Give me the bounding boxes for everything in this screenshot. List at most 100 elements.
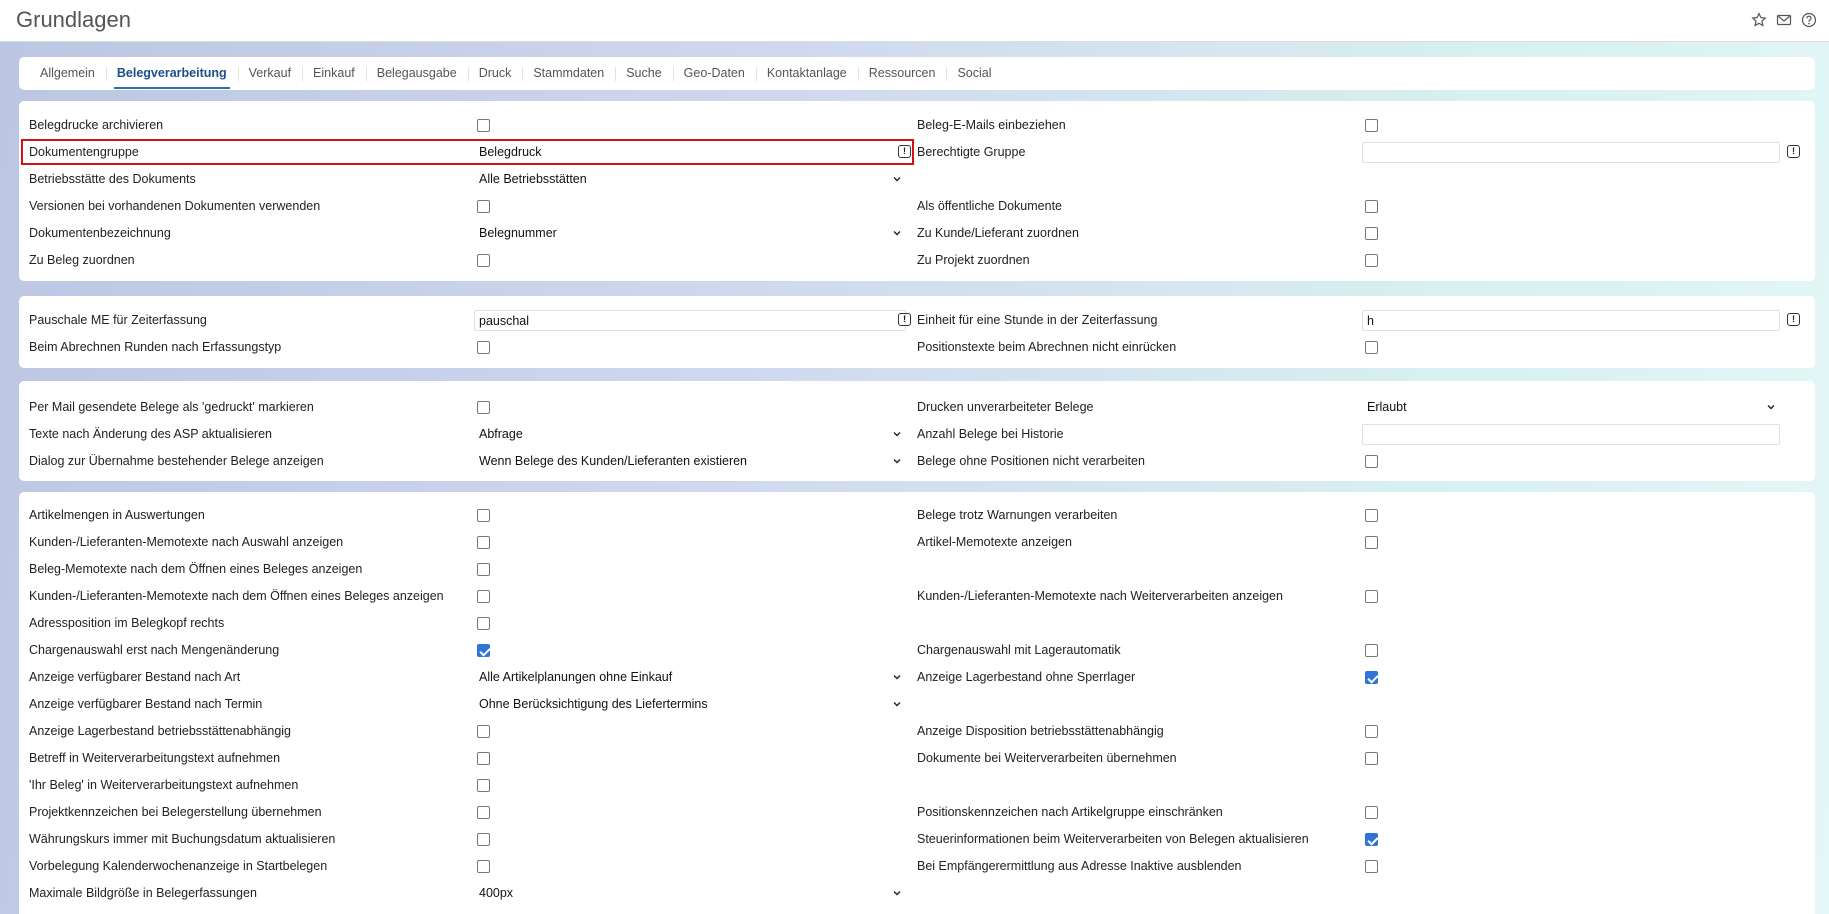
star-icon[interactable] (1751, 12, 1767, 28)
checkbox-kunden-memo-oeffnen[interactable] (477, 590, 490, 603)
dokumentenbezeichnung-select[interactable]: Belegnummer (474, 222, 906, 243)
label-zu-projekt: Zu Projekt zuordnen (917, 253, 1030, 267)
label-trotz-warnungen: Belege trotz Warnungen verarbeiten (917, 508, 1118, 522)
page-title: Grundlagen (16, 7, 131, 32)
tab-geo-daten[interactable]: Geo-Daten (672, 57, 756, 90)
bildgroesse-select[interactable]: 400px (474, 882, 906, 903)
checkbox-beleg-memo[interactable] (477, 563, 490, 576)
checkbox-beleg-emails[interactable] (1365, 119, 1378, 132)
checkbox-lager-ohne-sperr[interactable] (1365, 671, 1378, 684)
tab-kontaktanlage[interactable]: Kontaktanlage (755, 57, 858, 90)
dialog-uebernahme-value: Wenn Belege des Kunden/Lieferanten exist… (479, 454, 748, 468)
label-betriebsstaette: Betriebsstätte des Dokuments (29, 172, 196, 186)
chevron-down-icon (1767, 405, 1775, 410)
checkbox-artikel-memo[interactable] (1365, 536, 1378, 549)
bestand-art-select[interactable]: Alle Artikelplanungen ohne Einkauf (474, 666, 906, 687)
section-dokumente: Belegdrucke archivieren Beleg-E-Mails ei… (19, 101, 1815, 281)
info-icon[interactable]: ! (1787, 145, 1800, 158)
checkbox-artikelmengen[interactable] (477, 509, 490, 522)
label-artikelmengen: Artikelmengen in Auswertungen (29, 508, 205, 522)
checkbox-zu-projekt[interactable] (1365, 254, 1378, 267)
bestand-termin-select[interactable]: Ohne Berücksichtigung des Liefertermins (474, 693, 906, 714)
dialog-uebernahme-select[interactable]: Wenn Belege des Kunden/Lieferanten exist… (474, 450, 906, 471)
label-lager-ohne-sperr: Anzeige Lagerbestand ohne Sperrlager (917, 670, 1136, 684)
chevron-down-icon (893, 231, 901, 236)
label-steuerinformationen: Steuerinformationen beim Weiterverarbeit… (917, 832, 1309, 846)
checkbox-kunde-lieferant[interactable] (1365, 227, 1378, 240)
bildgroesse-value: 400px (479, 886, 514, 900)
bestand-termin-value: Ohne Berücksichtigung des Liefertermins (479, 697, 708, 711)
berechtigte-gruppe-field[interactable] (1362, 142, 1780, 163)
drucken-select[interactable]: Erlaubt (1362, 396, 1780, 417)
drucken-value: Erlaubt (1367, 400, 1407, 414)
tab-stammdaten[interactable]: Stammdaten (522, 57, 615, 90)
label-beleg-emails: Beleg-E-Mails einbeziehen (917, 118, 1066, 132)
label-berechtigte-gruppe: Berechtigte Gruppe (917, 145, 1026, 159)
checkbox-trotz-warnungen[interactable] (1365, 509, 1378, 522)
checkbox-kunden-memo-weiter[interactable] (1365, 590, 1378, 603)
pauschale-field[interactable]: pauschal (474, 310, 906, 331)
tab-social[interactable]: Social (946, 57, 1002, 90)
label-kunden-memo-auswahl: Kunden-/Lieferanten-Memotexte nach Auswa… (29, 535, 344, 549)
checkbox-positionstexte[interactable] (1365, 341, 1378, 354)
label-pauschale: Pauschale ME für Zeiterfassung (29, 313, 207, 327)
chevron-down-icon (893, 177, 901, 182)
texte-asp-select[interactable]: Abfrage (474, 423, 906, 444)
tab-ressourcen[interactable]: Ressourcen (857, 57, 947, 90)
chevron-down-icon (893, 891, 901, 896)
tab-verkauf[interactable]: Verkauf (237, 57, 302, 90)
info-icon[interactable]: ! (898, 313, 911, 326)
checkbox-positionskennzeichen[interactable] (1365, 806, 1378, 819)
label-bestand-termin: Anzeige verfügbarer Bestand nach Termin (29, 697, 263, 711)
label-artikel-memo: Artikel-Memotexte anzeigen (917, 535, 1072, 549)
tab-druck[interactable]: Druck (467, 57, 523, 90)
checkbox-adressposition[interactable] (477, 617, 490, 630)
checkbox-ohne-positionen[interactable] (1365, 455, 1378, 468)
checkbox-empfaenger[interactable] (1365, 860, 1378, 873)
anzahl-historie-field[interactable] (1362, 424, 1780, 445)
checkbox-belegdrucke-archivieren[interactable] (477, 119, 490, 132)
checkbox-dokumente-weiter[interactable] (1365, 752, 1378, 765)
checkbox-versionen[interactable] (477, 200, 490, 213)
label-chargen-menge: Chargenauswahl erst nach Mengenänderung (29, 643, 280, 657)
tab-allgemein[interactable]: Allgemein (29, 57, 106, 90)
tab-einkauf[interactable]: Einkauf (302, 57, 366, 90)
checkbox-lager-betrieb[interactable] (477, 725, 490, 738)
checkbox-disposition-betrieb[interactable] (1365, 725, 1378, 738)
checkbox-waehrungskurs[interactable] (477, 833, 490, 846)
checkbox-zu-beleg[interactable] (477, 254, 490, 267)
chevron-down-icon (893, 675, 901, 680)
tab-belegausgabe[interactable]: Belegausgabe (365, 57, 468, 90)
mail-icon[interactable] (1776, 12, 1792, 28)
label-beleg-memo: Beleg-Memotexte nach dem Öffnen eines Be… (29, 562, 363, 576)
info-icon[interactable]: ! (1787, 313, 1800, 326)
checkbox-ihr-beleg[interactable] (477, 779, 490, 792)
label-bildgroesse: Maximale Bildgröße in Belegerfassungen (29, 886, 257, 900)
checkbox-kalenderwoche[interactable] (477, 860, 490, 873)
checkbox-chargen-lager[interactable] (1365, 644, 1378, 657)
checkbox-betreff[interactable] (477, 752, 490, 765)
label-projektkennzeichen: Projektkennzeichen bei Belegerstellung ü… (29, 805, 322, 819)
checkbox-oeffentliche[interactable] (1365, 200, 1378, 213)
chevron-down-icon (893, 432, 901, 437)
help-icon[interactable] (1801, 12, 1817, 28)
betriebsstaette-select[interactable]: Alle Betriebsstätten (474, 168, 906, 189)
checkbox-chargen-menge[interactable] (477, 644, 490, 657)
checkbox-kunden-memo-auswahl[interactable] (477, 536, 490, 549)
dokumentenbezeichnung-value: Belegnummer (479, 226, 557, 240)
bestand-art-value: Alle Artikelplanungen ohne Einkauf (479, 670, 673, 684)
tab-suche[interactable]: Suche (615, 57, 672, 90)
checkbox-steuerinformationen[interactable] (1365, 833, 1378, 846)
einheit-field[interactable]: h (1362, 310, 1780, 331)
label-ihr-beleg: 'Ihr Beleg' in Weiterverarbeitungstext a… (29, 778, 299, 792)
label-kalenderwoche: Vorbelegung Kalenderwochenanzeige in Sta… (29, 859, 328, 873)
label-positionstexte: Positionstexte beim Abrechnen nicht einr… (917, 340, 1177, 354)
checkbox-runden[interactable] (477, 341, 490, 354)
tab-belegverarbeitung[interactable]: Belegverarbeitung (105, 57, 238, 90)
label-kunden-memo-weiter: Kunden-/Lieferanten-Memotexte nach Weite… (917, 589, 1283, 603)
title-bar: Grundlagen (0, 0, 1829, 42)
label-lager-betrieb: Anzeige Lagerbestand betriebsstättenabhä… (29, 724, 292, 738)
checkbox-per-mail[interactable] (477, 401, 490, 414)
checkbox-projektkennzeichen[interactable] (477, 806, 490, 819)
chevron-down-icon (893, 702, 901, 707)
